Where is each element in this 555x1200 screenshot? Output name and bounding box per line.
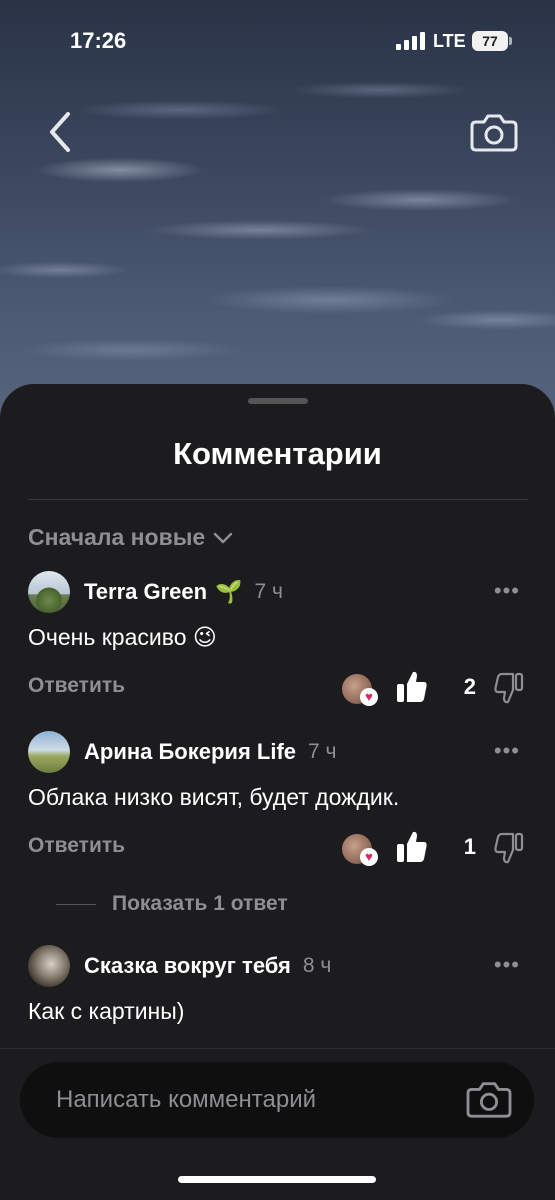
divider: [28, 499, 528, 500]
avatar[interactable]: [28, 945, 70, 987]
network-label: LTE: [433, 31, 466, 51]
show-replies-button[interactable]: Показать 1 ответ: [56, 892, 288, 916]
attach-photo-button[interactable]: [466, 1078, 512, 1120]
battery-tip: [509, 37, 512, 45]
chevron-down-icon: [213, 532, 233, 543]
back-button[interactable]: [40, 108, 80, 156]
thumbs-down-icon: [494, 672, 524, 704]
comment-text: Как с картины): [28, 998, 185, 1024]
avatar[interactable]: [28, 731, 70, 773]
heart-icon: ♥: [360, 848, 378, 866]
like-button[interactable]: [396, 670, 428, 704]
comment-text: Облака низко висят, будет дождик.: [28, 784, 400, 810]
comments-sheet: Комментарии Сначала новые Terra Green 🌱 …: [0, 384, 555, 1200]
seedling-icon: 🌱: [215, 579, 243, 604]
camera-icon: [466, 1082, 512, 1118]
reply-thread-line: [56, 903, 96, 905]
thumbs-down-icon: [494, 832, 524, 864]
comment-item: Арина Бокерия Life 7 ч ••• Облака низко …: [28, 730, 528, 870]
sort-label: Сначала новые: [28, 524, 206, 550]
status-time: 17:26: [70, 28, 127, 53]
dislike-button[interactable]: [494, 832, 524, 864]
like-count: 2: [463, 674, 476, 699]
reply-button[interactable]: Ответить: [28, 834, 125, 858]
home-indicator[interactable]: [178, 1176, 376, 1183]
comment-item: Terra Green 🌱 7 ч ••• Очень красиво 😉 От…: [28, 570, 528, 710]
sheet-title: Комментарии: [173, 436, 382, 471]
dislike-button[interactable]: [494, 672, 524, 704]
comment-time: 8 ч: [302, 954, 332, 977]
comment-author[interactable]: Арина Бокерия Life: [84, 739, 296, 765]
comment-time: 7 ч: [308, 740, 337, 763]
signal-icon: [396, 32, 426, 50]
comment-author[interactable]: Сказка вокруг тебя: [84, 953, 291, 979]
like-count: 1: [463, 834, 476, 859]
comment-time: 7 ч: [254, 580, 283, 603]
battery-icon: 77: [472, 31, 508, 51]
comment-author[interactable]: Terra Green: [84, 579, 207, 605]
comment-input[interactable]: [56, 1062, 456, 1138]
thumbs-up-icon: [397, 671, 427, 702]
status-bar: 17:26 LTE 77: [0, 0, 555, 84]
more-icon[interactable]: •••: [494, 578, 520, 604]
sort-dropdown[interactable]: Сначала новые: [28, 524, 233, 551]
comment-text: Очень красиво 😉: [28, 624, 217, 650]
more-icon[interactable]: •••: [494, 952, 520, 978]
camera-button[interactable]: [470, 110, 518, 154]
comment-item: Сказка вокруг тебя 8 ч ••• Как с картины…: [28, 944, 528, 1044]
thumbs-up-icon: [397, 831, 427, 862]
more-icon[interactable]: •••: [494, 738, 520, 764]
drag-handle[interactable]: [248, 398, 308, 404]
reply-button[interactable]: Ответить: [28, 674, 125, 698]
show-replies-label: Показать 1 ответ: [112, 892, 288, 915]
like-button[interactable]: [396, 830, 428, 864]
heart-icon: ♥: [360, 688, 378, 706]
chevron-left-icon: [50, 112, 70, 152]
avatar[interactable]: [28, 571, 70, 613]
camera-icon: [470, 114, 518, 152]
comment-composer[interactable]: [20, 1062, 534, 1138]
